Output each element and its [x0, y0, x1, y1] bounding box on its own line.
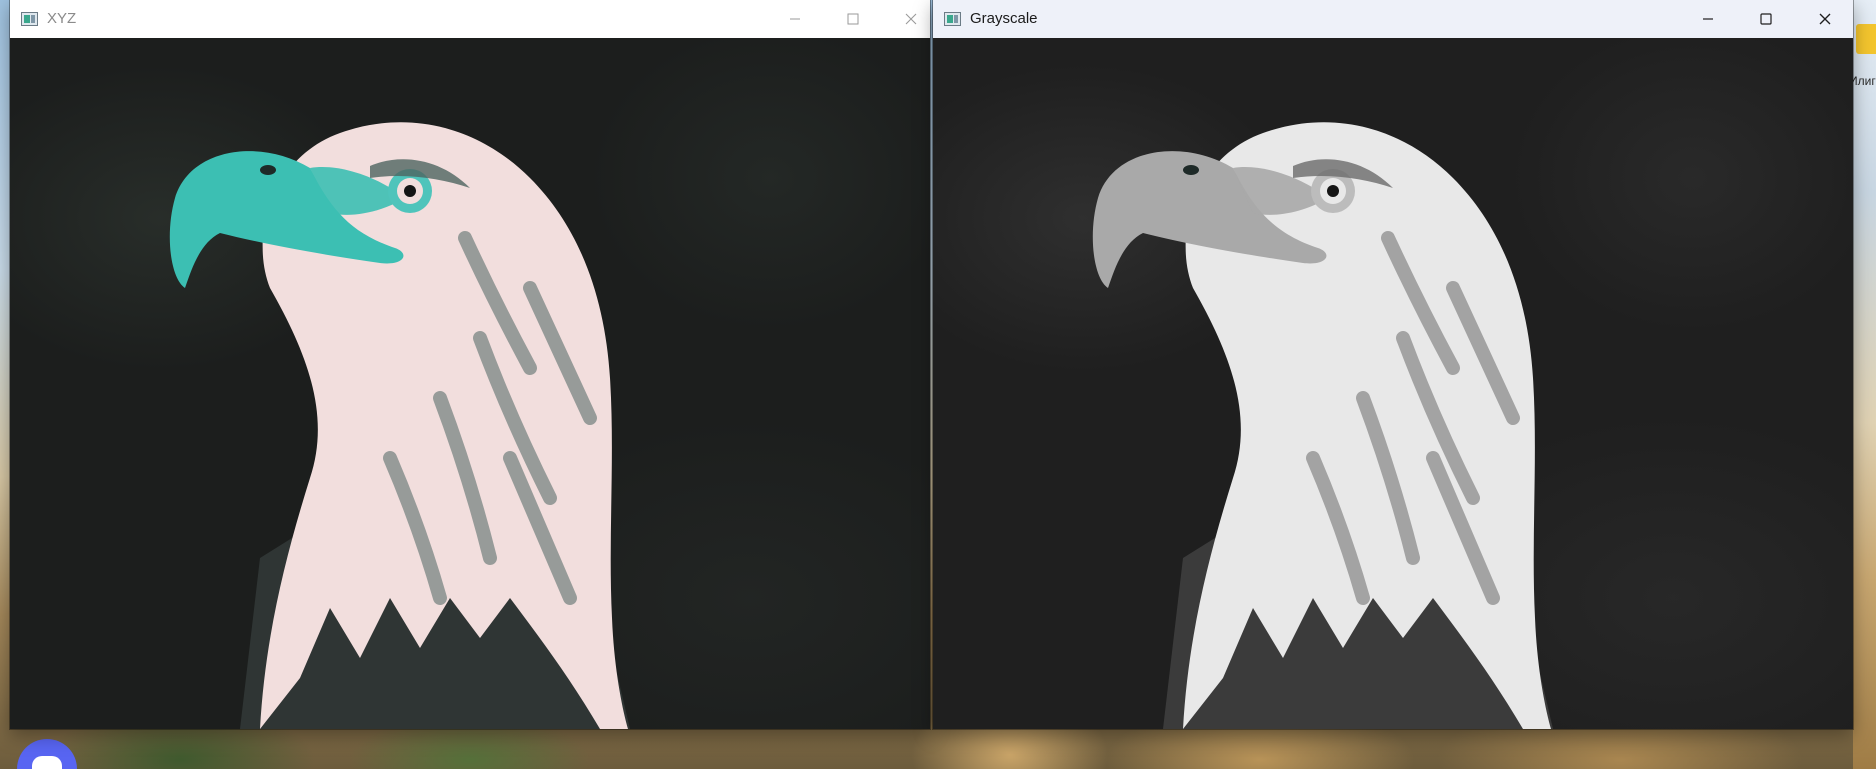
minimize-button[interactable] [772, 0, 818, 38]
close-icon [905, 13, 917, 25]
app-icon [944, 12, 961, 26]
background-window-edge [1853, 0, 1876, 769]
background-app-tab[interactable] [1856, 24, 1876, 54]
minimize-icon [1703, 18, 1713, 20]
close-icon [1819, 13, 1831, 25]
image-canvas [10, 38, 930, 729]
eagle-nostril [260, 165, 276, 175]
maximize-button[interactable] [1743, 0, 1789, 38]
eagle-eye-pupil [404, 185, 416, 197]
xyz-window[interactable]: XYZ [10, 0, 930, 729]
background-window-text: Илиг [1849, 74, 1876, 88]
grayscale-window[interactable]: Grayscale [933, 0, 1853, 729]
maximize-icon [847, 13, 859, 25]
maximize-icon [1760, 13, 1772, 25]
window-title: Grayscale [970, 10, 1038, 27]
window-titlebar[interactable]: XYZ [10, 0, 930, 38]
maximize-button[interactable] [830, 0, 876, 38]
window-titlebar[interactable]: Grayscale [933, 0, 1853, 38]
close-button[interactable] [888, 0, 934, 38]
eagle-nostril [1183, 165, 1199, 175]
close-button[interactable] [1802, 0, 1848, 38]
discord-icon[interactable] [17, 739, 77, 769]
eagle-eye-pupil [1327, 185, 1339, 197]
image-canvas [933, 38, 1853, 729]
window-title: XYZ [47, 10, 77, 27]
eagle-image [1092, 122, 1553, 729]
eagle-image [169, 122, 630, 729]
app-icon [21, 12, 38, 26]
minimize-icon [790, 18, 800, 20]
minimize-button[interactable] [1685, 0, 1731, 38]
